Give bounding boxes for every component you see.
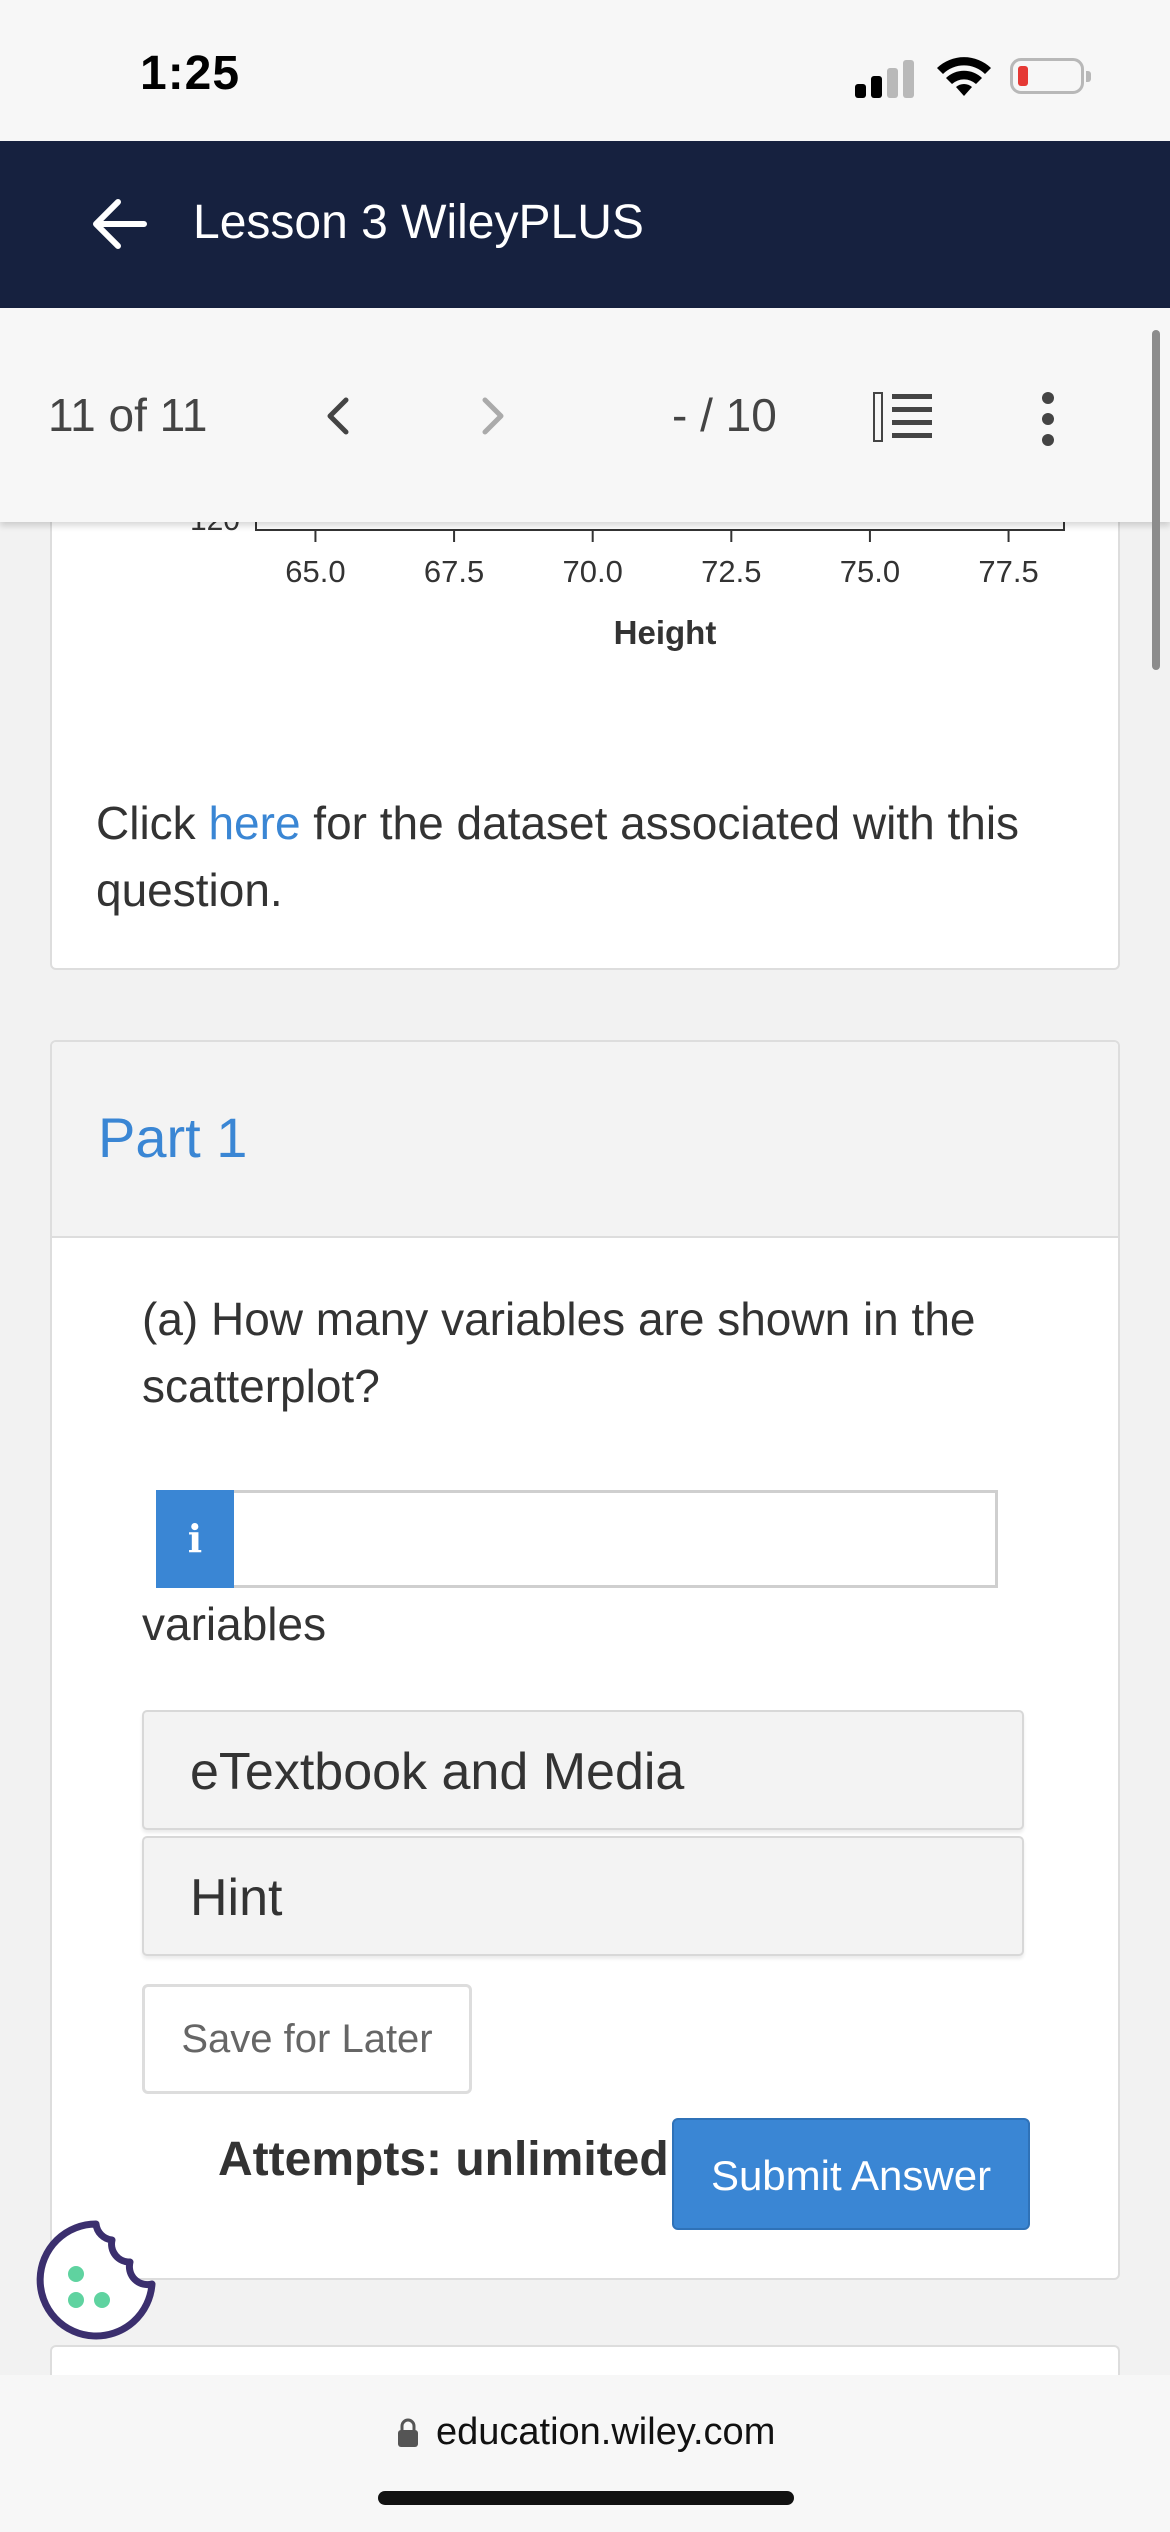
dataset-instructions: Click here for the dataset associated wi… bbox=[96, 790, 1076, 924]
x-tick-label: 77.5 bbox=[978, 554, 1038, 589]
x-tick-label: 72.5 bbox=[701, 554, 761, 589]
status-bar: 1:25 bbox=[0, 0, 1170, 141]
cookie-icon[interactable] bbox=[34, 2218, 158, 2342]
question-count: 11 of 11 bbox=[48, 389, 208, 441]
part-header: Part 1 bbox=[52, 1042, 1118, 1238]
info-icon[interactable]: i bbox=[156, 1490, 234, 1588]
page-title: Lesson 3 WileyPLUS bbox=[193, 196, 644, 249]
answer-row: i bbox=[156, 1490, 998, 1588]
numbered-list-icon[interactable] bbox=[872, 390, 934, 444]
dataset-link[interactable]: here bbox=[208, 797, 300, 849]
home-indicator[interactable] bbox=[378, 2491, 794, 2505]
submit-label: Submit Answer bbox=[710, 2152, 992, 2199]
answer-input[interactable] bbox=[234, 1490, 998, 1588]
x-tick-label: 67.5 bbox=[424, 554, 484, 589]
arrow-left-icon[interactable] bbox=[90, 196, 150, 252]
x-axis-label: Height bbox=[614, 614, 717, 651]
scrollbar[interactable] bbox=[1152, 330, 1160, 670]
hint-button[interactable]: Hint bbox=[142, 1836, 1024, 1956]
hint-label: Hint bbox=[190, 1869, 283, 1927]
dataset-prefix: Click bbox=[96, 797, 209, 849]
x-tick-label: 65.0 bbox=[285, 554, 345, 589]
attempts-text: Attempts: unlimited bbox=[218, 2133, 669, 2186]
battery-icon bbox=[1010, 58, 1091, 94]
unit-label: variables bbox=[142, 1598, 327, 1650]
browser-url-bar: education.wiley.com bbox=[0, 2375, 1170, 2532]
x-tick-label: 75.0 bbox=[840, 554, 900, 589]
etextbook-button[interactable]: eTextbook and Media bbox=[142, 1710, 1024, 1830]
chevron-right-icon[interactable] bbox=[473, 394, 513, 438]
submit-answer-button[interactable]: Submit Answer bbox=[672, 2118, 1030, 2230]
status-time: 1:25 bbox=[140, 47, 241, 100]
part-card: Part 1 (a) How many variables are shown … bbox=[50, 1040, 1120, 2280]
chevron-left-icon[interactable] bbox=[318, 394, 358, 438]
question-text: (a) How many variables are shown in the … bbox=[142, 1293, 976, 1412]
cellular-signal-icon bbox=[855, 58, 915, 98]
vertical-ellipsis-icon[interactable] bbox=[1035, 390, 1061, 448]
question-score: - / 10 bbox=[672, 389, 777, 441]
url-text[interactable]: education.wiley.com bbox=[436, 2411, 775, 2454]
lock-icon bbox=[398, 2418, 418, 2447]
question-navigation: 11 of 11 - / 10 bbox=[0, 308, 1170, 522]
x-tick-label: 70.0 bbox=[563, 554, 623, 589]
part-title[interactable]: Part 1 bbox=[98, 1105, 247, 1170]
etextbook-label: eTextbook and Media bbox=[190, 1743, 685, 1801]
save-for-later-button[interactable]: Save for Later bbox=[142, 1984, 472, 2094]
save-label: Save for Later bbox=[181, 2017, 433, 2061]
app-header: Lesson 3 WileyPLUS bbox=[0, 141, 1170, 308]
wifi-icon bbox=[937, 57, 991, 96]
